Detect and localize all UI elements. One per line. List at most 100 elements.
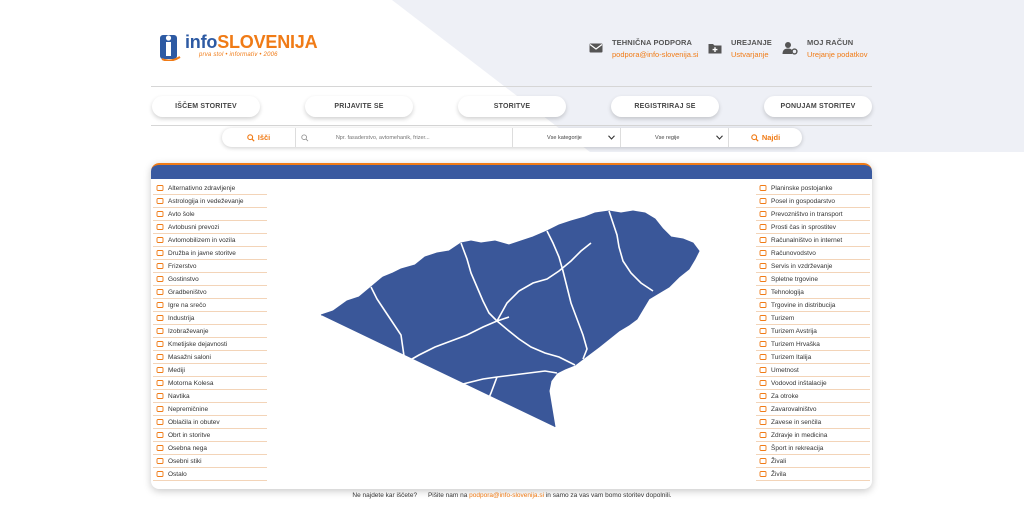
search-label-button[interactable]: Išči [222, 128, 296, 147]
support-contact[interactable]: TEHNIČNA PODPORA podpora@info-slovenija.… [589, 38, 698, 59]
category-item[interactable]: Turizem Italija [756, 351, 870, 364]
category-item[interactable]: Šport in rekreacija [756, 442, 870, 455]
category-label: Industrija [168, 314, 195, 322]
category-item[interactable]: Osebna nega [153, 442, 267, 455]
region-select[interactable]: Vse regije [621, 128, 729, 147]
account-link[interactable]: MOJ RAČUN Urejanje podatkov [782, 38, 867, 59]
category-item[interactable]: Masažni saloni [153, 351, 267, 364]
category-label: Živali [771, 457, 787, 465]
category-item[interactable]: Računalništvo in internet [756, 234, 870, 247]
category-item[interactable]: Nepremičnine [153, 403, 267, 416]
category-select[interactable]: Vse kategorije [513, 128, 621, 147]
category-item[interactable]: Mediji [153, 364, 267, 377]
contacts-icon [156, 458, 164, 464]
category-item[interactable]: Trgovine in distribucija [756, 299, 870, 312]
search-input[interactable] [335, 134, 512, 141]
flag-icon [759, 354, 767, 360]
flag-icon [759, 315, 767, 321]
category-item[interactable]: Oblačila in obutev [153, 416, 267, 429]
curtain-icon [759, 419, 767, 425]
nav-storitve[interactable]: STORITVE [458, 96, 566, 117]
category-item[interactable]: Izobraževanje [153, 325, 267, 338]
category-label: Gostinstvo [168, 275, 199, 283]
wheat-icon [156, 341, 164, 347]
category-item[interactable]: Zavarovalništvo [756, 403, 870, 416]
bike-icon [759, 445, 767, 451]
category-item[interactable]: Umetnost [756, 364, 870, 377]
category-item[interactable]: Turizem Hrvaška [756, 338, 870, 351]
category-label: Izobraževanje [168, 327, 209, 335]
category-item[interactable]: Osebni stiki [153, 455, 267, 468]
category-label: Vodovod inštalacije [771, 379, 827, 387]
category-item[interactable]: Vodovod inštalacije [756, 377, 870, 390]
category-label: Kmetijske dejavnosti [168, 340, 228, 348]
edit-link[interactable]: UREJANJE Ustvarjanje [708, 38, 772, 59]
edit-sub[interactable]: Ustvarjanje [731, 50, 772, 59]
category-label: Zdravje in medicina [771, 431, 828, 439]
support-email[interactable]: podpora@info-slovenija.si [612, 50, 698, 59]
people-icon [156, 250, 164, 256]
chevron-down-icon [716, 135, 723, 140]
edit-title: UREJANJE [731, 38, 772, 47]
search-submit-label: Najdi [761, 133, 781, 142]
site-logo[interactable]: infoSLOVENIJA prva stol • informativ • 2… [158, 29, 318, 61]
category-item[interactable]: Živali [756, 455, 870, 468]
dice-icon [156, 302, 164, 308]
category-label: Turizem Avstrija [771, 327, 817, 335]
category-label: Osebni stiki [168, 457, 202, 465]
category-item[interactable]: Avto šole [153, 208, 267, 221]
category-item[interactable]: Alternativno zdravljenje [153, 182, 267, 195]
search-submit-button[interactable]: Najdi [729, 128, 802, 147]
category-item[interactable]: Servis in vzdrževanje [756, 260, 870, 273]
house-icon [156, 406, 164, 412]
category-item[interactable]: Posel in gospodarstvo [756, 195, 870, 208]
category-item[interactable]: Turizem Avstrija [756, 325, 870, 338]
category-item[interactable]: Računovodstvo [756, 247, 870, 260]
category-item[interactable]: Tehnologija [756, 286, 870, 299]
category-item[interactable]: Zdravje in medicina [756, 429, 870, 442]
category-item[interactable]: Za otroke [756, 390, 870, 403]
category-item[interactable]: Obrt in storitve [153, 429, 267, 442]
category-item[interactable]: Industrija [153, 312, 267, 325]
nav-ponujam-storitev[interactable]: PONUJAM STORITEV [764, 96, 872, 117]
support-title: TEHNIČNA PODPORA [612, 38, 693, 47]
category-item[interactable]: Navtika [153, 390, 267, 403]
footer-email-link[interactable]: podpora@info-slovenija.si [469, 492, 544, 499]
category-item[interactable]: Živila [756, 468, 870, 481]
category-item[interactable]: Družba in javne storitve [153, 247, 267, 260]
category-item[interactable]: Turizem [756, 312, 870, 325]
category-item[interactable]: Gostinstvo [153, 273, 267, 286]
category-item[interactable]: Kmetijske dejavnosti [153, 338, 267, 351]
category-item[interactable]: Astrologija in vedeževanje [153, 195, 267, 208]
flag-icon [759, 328, 767, 334]
category-item[interactable]: Prevozništvo in transport [756, 208, 870, 221]
category-item[interactable]: Avtobusni prevozi [153, 221, 267, 234]
nav-registriraj-se[interactable]: REGISTRIRAJ SE [611, 96, 719, 117]
logo-text-info: info [185, 31, 218, 52]
slovenia-regions-map[interactable] [319, 207, 703, 455]
category-item[interactable]: Planinske postojanke [756, 182, 870, 195]
wrench-icon [759, 263, 767, 269]
category-label: Spletne trgovine [771, 275, 818, 283]
category-item[interactable]: Frizerstvo [153, 260, 267, 273]
nav-iscem-storitev[interactable]: IŠČEM STORITEV [152, 96, 260, 117]
category-item[interactable]: Gradbeništvo [153, 286, 267, 299]
account-sub[interactable]: Urejanje podatkov [807, 50, 867, 59]
child-icon [759, 393, 767, 399]
category-item[interactable]: Ostalo [153, 468, 267, 481]
search-label: Išči [257, 133, 271, 142]
category-item[interactable]: Igre na srečo [153, 299, 267, 312]
category-select-value: Vse kategorije [547, 134, 582, 141]
nav-prijavite-se[interactable]: PRIJAVITE SE [305, 96, 413, 117]
category-item[interactable]: Zavese in senčila [756, 416, 870, 429]
category-item[interactable]: Spletne trgovine [756, 273, 870, 286]
map-slovenia[interactable] [320, 210, 700, 428]
category-label: Prevozništvo in transport [771, 210, 843, 218]
category-label: Osebna nega [168, 444, 208, 452]
category-label: Živila [771, 470, 787, 478]
category-item[interactable]: Avtomobilizem in vozila [153, 234, 267, 247]
footer-question: Ne najdete kar iščete? [352, 492, 418, 499]
category-item[interactable]: Motorna Kolesa [153, 377, 267, 390]
category-item[interactable]: Prosti čas in sprostitev [756, 221, 870, 234]
category-label: Za otroke [771, 392, 799, 400]
